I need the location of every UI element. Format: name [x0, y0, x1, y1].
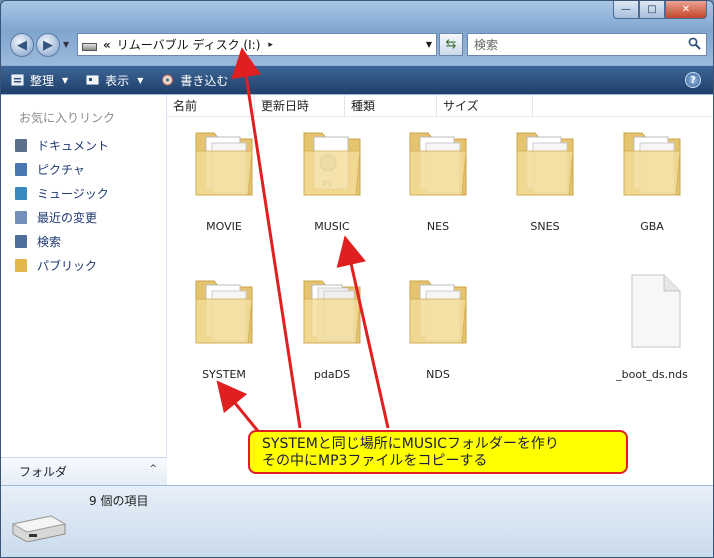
sidebar-item-music[interactable]: ミュージック: [15, 181, 109, 205]
search-folder-icon: [15, 234, 27, 248]
file-item-nes[interactable]: NES: [386, 123, 490, 233]
refresh-button[interactable]: ⇆: [439, 33, 463, 56]
navigation-bar: ◀ ▶ ▼ « リムーバブル ディスク (I:) ▸ ▼ ⇆ 検索: [1, 27, 713, 63]
help-icon: ?: [690, 74, 696, 86]
address-dropdown-icon[interactable]: ▼: [426, 40, 432, 49]
sidebar-item-pictures[interactable]: ピクチャ: [15, 157, 109, 181]
file-icon: [631, 274, 681, 348]
address-location[interactable]: リムーバブル ディスク (I:): [117, 36, 261, 53]
chevron-down-icon: ▼: [62, 75, 69, 85]
navigation-pane: お気に入りリンク ドキュメント ピクチャ ミュージック 最近の変更 検索 パブリ…: [1, 95, 167, 485]
file-item-snes[interactable]: SNES: [493, 123, 597, 233]
file-name: NDS: [426, 368, 450, 381]
folder-full-icon: [303, 280, 361, 344]
file-list: 名前 更新日時 種類 サイズ MOVIE P3 MUSIC: [167, 94, 713, 485]
views-button[interactable]: 表示 ▼: [86, 72, 143, 89]
search-input[interactable]: 検索: [467, 33, 707, 56]
refresh-icon: ⇆: [445, 37, 457, 52]
annotation-callout: SYSTEMと同じ場所にMUSICフォルダーを作り その中にMP3ファイルをコピ…: [248, 430, 628, 474]
column-header-size[interactable]: サイズ: [437, 94, 533, 117]
sidebar-item-label: ピクチャ: [37, 162, 85, 177]
annotation-line-1: SYSTEMと同じ場所にMUSICフォルダーを作り: [262, 436, 559, 452]
item-count: 9 個の項目: [89, 494, 149, 508]
column-header-date[interactable]: 更新日時: [255, 94, 345, 117]
address-chevron-icon[interactable]: ▸: [268, 40, 273, 50]
music-folder-icon: P3: [303, 132, 361, 196]
folder-icon: [195, 280, 253, 344]
folder-icon: [516, 132, 574, 196]
file-item-music[interactable]: P3 MUSIC: [280, 123, 384, 233]
views-icon: [86, 75, 99, 85]
sidebar-item-search[interactable]: 検索: [15, 229, 109, 253]
address-bar[interactable]: « リムーバブル ディスク (I:) ▸ ▼: [77, 33, 437, 56]
column-header-name[interactable]: 名前: [167, 94, 255, 117]
chevron-up-icon: ^: [149, 464, 157, 474]
file-name: MUSIC: [314, 220, 350, 233]
file-name: NES: [426, 220, 450, 233]
pictures-icon: [15, 162, 27, 176]
folders-label: フォルダ: [19, 465, 68, 479]
file-name: SYSTEM: [202, 368, 246, 381]
file-name: pdaDS: [313, 368, 351, 381]
search-icon[interactable]: [688, 37, 701, 50]
folders-toggle[interactable]: フォルダ ^: [1, 457, 167, 485]
favorites-header: お気に入りリンク: [19, 111, 116, 125]
forward-button[interactable]: ▶: [36, 33, 60, 57]
views-label: 表示: [105, 73, 130, 88]
file-item-system[interactable]: SYSTEM: [172, 271, 276, 381]
search-placeholder: 検索: [474, 38, 499, 52]
maximize-button[interactable]: □: [639, 1, 665, 19]
disc-icon: [162, 74, 174, 86]
file-item-nds[interactable]: NDS: [386, 271, 490, 381]
column-headers: 名前 更新日時 種類 サイズ: [167, 94, 713, 117]
recent-pages-dropdown[interactable]: ▼: [63, 40, 69, 49]
sidebar-item-label: 最近の変更: [37, 210, 98, 225]
file-item-movie[interactable]: MOVIE: [172, 123, 276, 233]
folder-icon: [623, 132, 681, 196]
help-button[interactable]: ?: [685, 72, 701, 88]
sidebar-item-recent[interactable]: 最近の変更: [15, 205, 109, 229]
folder-icon: [195, 132, 253, 196]
command-bar: 整理 ▼ 表示 ▼ 書き込む ?: [1, 65, 713, 94]
file-name: _boot_ds.nds: [616, 368, 688, 381]
music-icon: [15, 186, 27, 200]
sidebar-item-label: ドキュメント: [37, 138, 110, 153]
sidebar-item-documents[interactable]: ドキュメント: [15, 133, 109, 157]
column-header-type[interactable]: 種類: [345, 94, 437, 117]
burn-button[interactable]: 書き込む: [161, 72, 228, 89]
close-button[interactable]: ✕: [665, 1, 707, 19]
sidebar-item-public[interactable]: パブリック: [15, 253, 109, 277]
file-name: MOVIE: [206, 220, 242, 233]
minimize-button[interactable]: —: [613, 1, 639, 19]
folder-icon: [409, 132, 467, 196]
file-item-pdads[interactable]: pdaDS: [280, 271, 384, 381]
sidebar-item-label: パブリック: [37, 258, 98, 273]
file-item-gba[interactable]: GBA: [600, 123, 704, 233]
folder-icon: [409, 280, 467, 344]
details-pane: 9 個の項目: [1, 485, 713, 557]
recent-changes-icon: [15, 210, 27, 224]
favorite-links: ドキュメント ピクチャ ミュージック 最近の変更 検索 パブリック: [15, 133, 109, 277]
sidebar-item-label: 検索: [37, 234, 62, 249]
chevron-down-icon: ▼: [137, 75, 144, 85]
back-button[interactable]: ◀: [10, 33, 34, 57]
arrow-right-icon: ▶: [43, 37, 53, 53]
removable-drive-icon: [11, 515, 67, 542]
annotation-line-2: その中にMP3ファイルをコピーする: [262, 453, 488, 469]
organize-button[interactable]: 整理 ▼: [11, 72, 68, 89]
caption-buttons: — □ ✕: [613, 1, 707, 19]
sidebar-item-label: ミュージック: [37, 186, 109, 201]
arrow-left-icon: ◀: [17, 37, 27, 53]
public-folder-icon: [15, 258, 27, 272]
file-name: SNES: [530, 220, 560, 233]
documents-icon: [15, 138, 27, 152]
file-item-boot[interactable]: _boot_ds.nds: [600, 271, 704, 381]
organize-label: 整理: [30, 73, 55, 88]
explorer-window: — □ ✕ ◀ ▶ ▼ « リムーバブル ディスク (I:) ▸ ▼ ⇆ 検索: [0, 0, 714, 558]
address-overflow[interactable]: «: [103, 38, 111, 52]
file-name: GBA: [640, 220, 664, 233]
organize-icon: [11, 74, 24, 86]
removable-drive-icon: [82, 42, 97, 51]
burn-label: 書き込む: [180, 73, 229, 88]
